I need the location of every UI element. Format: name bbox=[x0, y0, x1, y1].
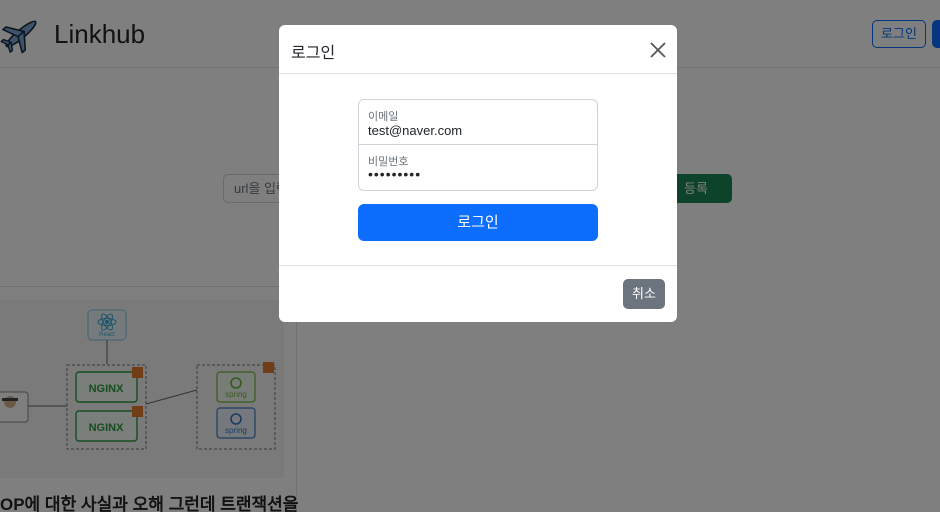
email-field[interactable]: 이메일 test@naver.com bbox=[359, 100, 597, 145]
cancel-button[interactable]: 취소 bbox=[623, 279, 665, 309]
password-value[interactable]: ••••••••• bbox=[368, 166, 421, 182]
password-field[interactable]: 비밀번호 ••••••••• bbox=[359, 145, 597, 190]
login-form: 이메일 test@naver.com 비밀번호 ••••••••• bbox=[358, 99, 598, 191]
modal-footer: 취소 bbox=[279, 265, 677, 322]
submit-login-button[interactable]: 로그인 bbox=[358, 204, 598, 241]
email-label: 이메일 bbox=[368, 111, 399, 123]
modal-header: 로그인 bbox=[279, 25, 677, 74]
close-icon[interactable] bbox=[647, 39, 669, 61]
email-value[interactable]: test@naver.com bbox=[368, 123, 462, 138]
modal-title: 로그인 bbox=[291, 45, 336, 62]
login-modal: 로그인 이메일 test@naver.com 비밀번호 ••••••••• 로그… bbox=[279, 25, 677, 322]
